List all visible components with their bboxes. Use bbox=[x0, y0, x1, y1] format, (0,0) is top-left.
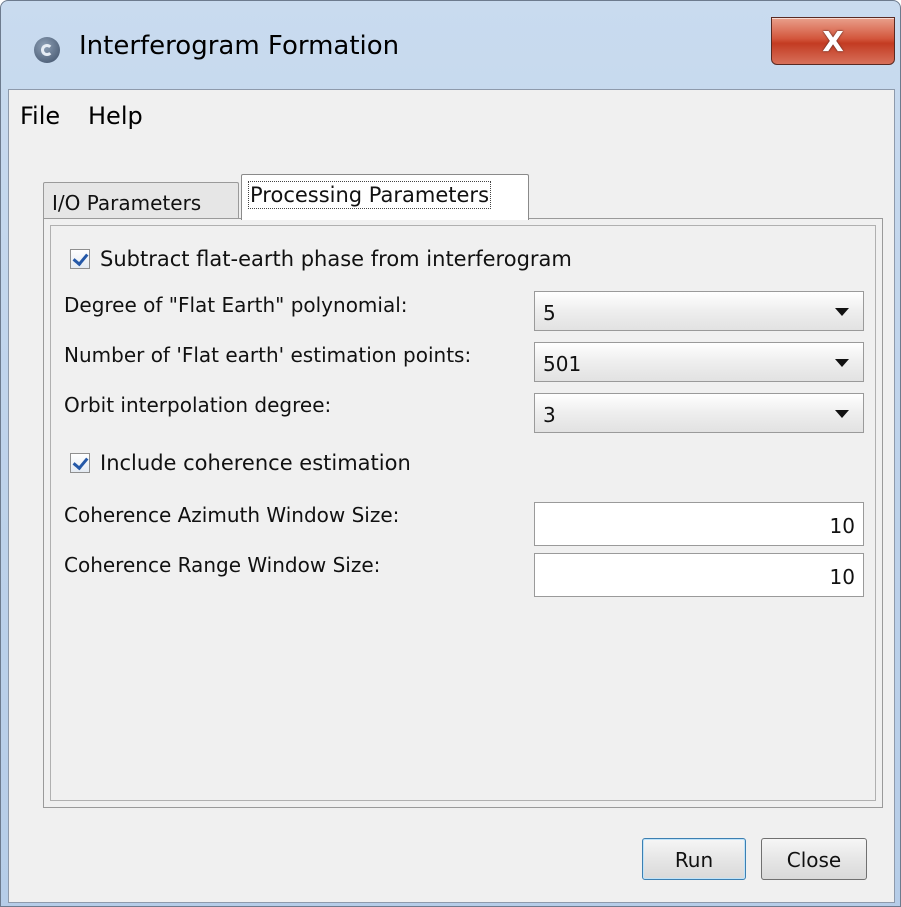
tab-panel-processing: Subtract flat-earth phase from interfero… bbox=[43, 218, 883, 808]
tab-io-label: I/O Parameters bbox=[52, 191, 202, 215]
subtract-flat-earth-checkbox[interactable] bbox=[70, 249, 90, 269]
chevron-down-icon bbox=[835, 359, 849, 367]
run-button[interactable]: Run bbox=[642, 838, 746, 880]
tab-processing-label: Processing Parameters bbox=[247, 181, 492, 209]
coherence-azimuth-label: Coherence Azimuth Window Size: bbox=[64, 503, 400, 527]
app-window: Interferogram Formation X File Help I/O … bbox=[0, 0, 901, 907]
estimation-points-select[interactable]: 501 bbox=[534, 342, 864, 382]
include-coherence-row[interactable]: Include coherence estimation bbox=[70, 451, 411, 475]
degree-polynomial-label: Degree of "Flat Earth" polynomial: bbox=[64, 293, 408, 317]
include-coherence-label: Include coherence estimation bbox=[100, 451, 411, 475]
orbit-degree-value: 3 bbox=[543, 403, 556, 427]
close-icon: X bbox=[822, 24, 844, 58]
include-coherence-checkbox[interactable] bbox=[70, 453, 90, 473]
degree-polynomial-value: 5 bbox=[543, 301, 556, 325]
estimation-points-label: Number of 'Flat earth' estimation points… bbox=[64, 343, 472, 367]
tab-io-parameters[interactable]: I/O Parameters bbox=[43, 182, 239, 218]
app-icon bbox=[34, 37, 60, 63]
coherence-range-input[interactable]: 10 bbox=[534, 553, 864, 597]
menu-help[interactable]: Help bbox=[88, 102, 143, 130]
chevron-down-icon bbox=[835, 308, 849, 316]
coherence-range-label: Coherence Range Window Size: bbox=[64, 553, 381, 577]
window-close-button[interactable]: X bbox=[771, 17, 895, 65]
subtract-flat-earth-row[interactable]: Subtract flat-earth phase from interfero… bbox=[70, 247, 572, 271]
menu-bar: File Help bbox=[9, 90, 894, 150]
title-bar[interactable]: Interferogram Formation X bbox=[1, 1, 900, 89]
close-button[interactable]: Close bbox=[761, 838, 867, 880]
chevron-down-icon bbox=[835, 410, 849, 418]
tab-processing-parameters[interactable]: Processing Parameters bbox=[241, 174, 529, 220]
coherence-azimuth-input[interactable]: 10 bbox=[534, 502, 864, 546]
orbit-degree-label: Orbit interpolation degree: bbox=[64, 393, 332, 417]
dialog-body: File Help I/O Parameters Processing Para… bbox=[8, 89, 895, 903]
window-title: Interferogram Formation bbox=[79, 31, 400, 61]
estimation-points-value: 501 bbox=[543, 352, 582, 376]
orbit-degree-select[interactable]: 3 bbox=[534, 393, 864, 433]
subtract-flat-earth-label: Subtract flat-earth phase from interfero… bbox=[100, 247, 572, 271]
degree-polynomial-select[interactable]: 5 bbox=[534, 291, 864, 331]
menu-file[interactable]: File bbox=[20, 102, 60, 130]
